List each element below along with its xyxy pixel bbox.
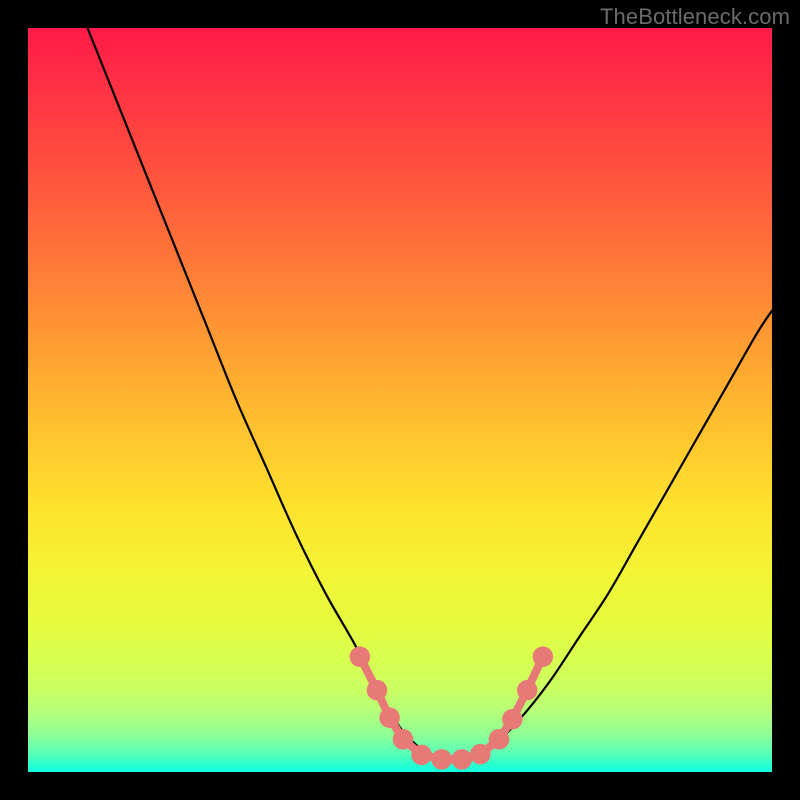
marker-dot — [502, 709, 523, 730]
marker-dot — [393, 729, 414, 750]
marker-dot — [411, 745, 432, 766]
chart-svg — [28, 28, 772, 772]
marker-dot — [451, 749, 472, 770]
marker-dot — [517, 680, 538, 701]
plot-area — [28, 28, 772, 772]
marker-dot — [489, 729, 510, 750]
marker-dot — [350, 646, 371, 667]
marker-dot — [367, 680, 388, 701]
watermark-text: TheBottleneck.com — [600, 4, 790, 30]
bottleneck-curve — [88, 28, 772, 762]
marker-dot — [379, 707, 400, 728]
curve-layer — [88, 28, 772, 762]
frame: TheBottleneck.com — [0, 0, 800, 800]
marker-dot — [470, 744, 491, 765]
marker-dot — [431, 749, 452, 770]
marker-dot — [533, 646, 554, 667]
